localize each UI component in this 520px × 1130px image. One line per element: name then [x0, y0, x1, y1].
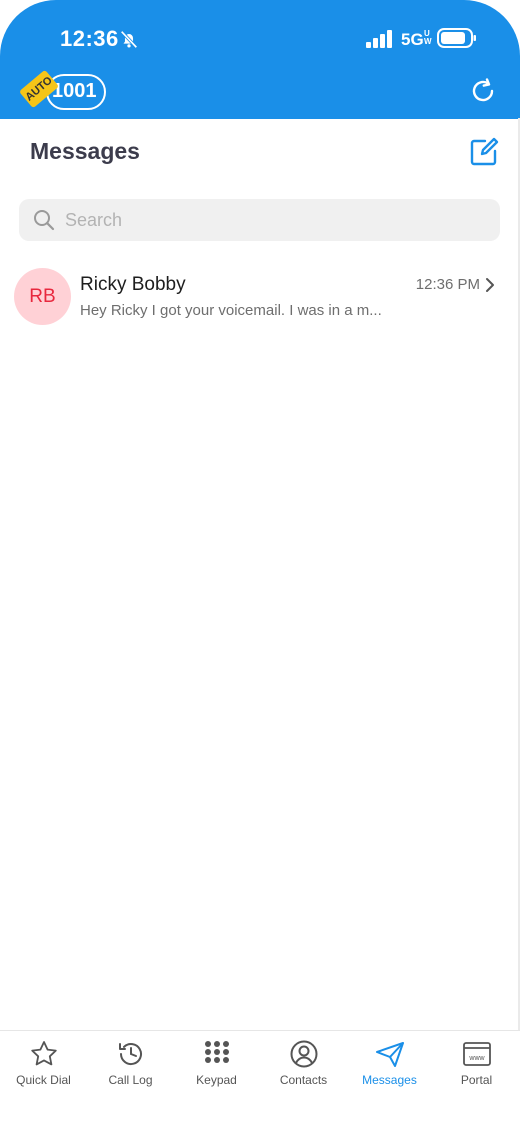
compose-icon[interactable] — [468, 136, 500, 168]
signal-icon — [366, 30, 392, 48]
extension-number: 1001 — [52, 80, 97, 102]
tab-quick-dial[interactable]: Quick Dial — [0, 1039, 87, 1099]
browser-icon: www — [462, 1042, 491, 1066]
keypad-icon — [204, 1041, 229, 1063]
search-bar[interactable] — [19, 199, 500, 241]
refresh-icon[interactable] — [468, 76, 498, 106]
search-icon — [34, 210, 55, 231]
paper-plane-icon — [375, 1042, 404, 1067]
message-time: 12:36 PM — [415, 276, 480, 293]
tab-label: Call Log — [108, 1073, 153, 1087]
tab-label: Portal — [460, 1073, 493, 1087]
avatar: RB — [14, 268, 71, 325]
tab-portal[interactable]: www Portal — [433, 1039, 520, 1099]
history-icon — [118, 1043, 142, 1066]
network-type: 5G — [401, 30, 424, 49]
tab-label: Contacts — [279, 1073, 328, 1087]
bottom-tab-bar: Quick Dial Call Log Keypad Contacts Mess… — [0, 1030, 520, 1130]
contact-name: Ricky Bobby — [80, 274, 186, 295]
tab-contacts[interactable]: Contacts — [260, 1039, 347, 1099]
tab-messages[interactable]: Messages — [346, 1039, 433, 1099]
network-sup: UW — [424, 29, 432, 46]
tab-label: Messages — [362, 1073, 417, 1087]
message-thread-row[interactable]: RB Ricky Bobby Hey Ricky I got your voic… — [0, 262, 520, 332]
page-title: Messages — [30, 138, 140, 164]
star-icon — [30, 1041, 57, 1066]
battery-icon — [437, 28, 476, 48]
tab-label: Quick Dial — [16, 1073, 71, 1087]
app-header: 12:36 5G UW 1001 AUTO — [0, 0, 520, 119]
tab-label: Keypad — [196, 1073, 237, 1087]
bell-muted-icon — [120, 30, 138, 49]
chevron-right-icon — [486, 278, 494, 292]
status-time: 12:36 — [60, 26, 119, 51]
message-preview: Hey Ricky I got your voicemail. I was in… — [80, 302, 382, 319]
search-input[interactable] — [65, 199, 485, 241]
contact-icon — [290, 1040, 317, 1068]
svg-text:www: www — [468, 1055, 485, 1062]
tab-call-log[interactable]: Call Log — [87, 1039, 174, 1099]
tab-keypad[interactable]: Keypad — [173, 1039, 260, 1099]
